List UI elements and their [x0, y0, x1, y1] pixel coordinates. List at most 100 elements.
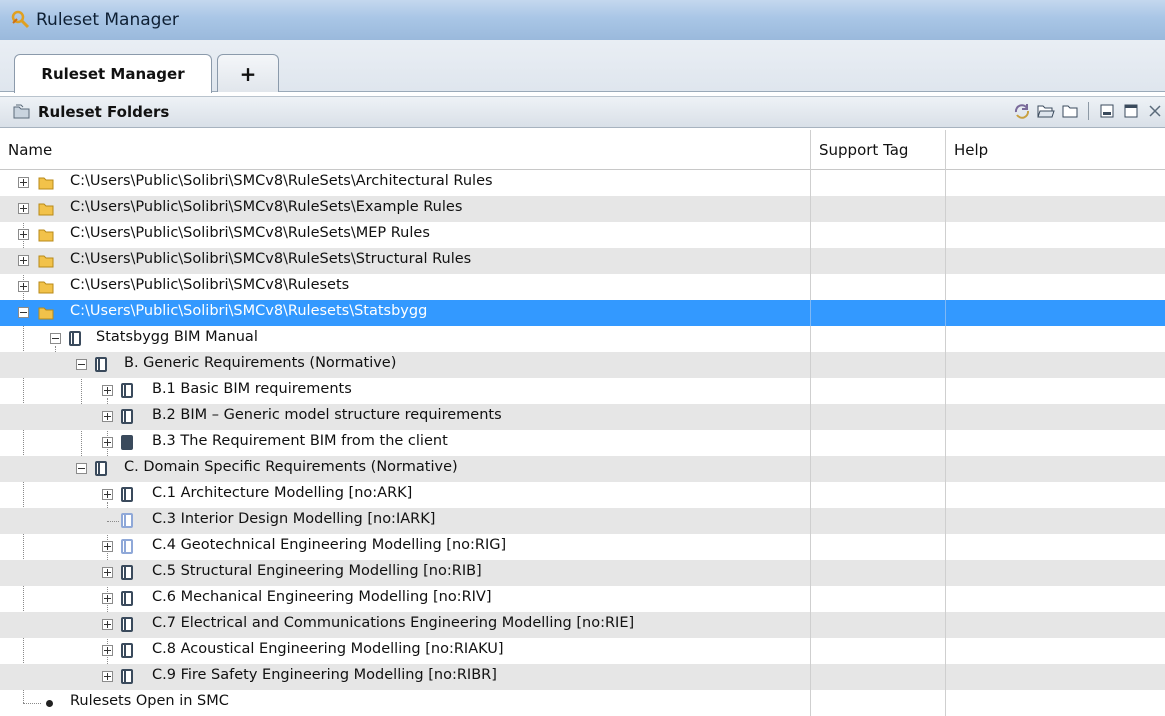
tree-row-folder[interactable]: C:\Users\Public\Solibri\SMCv8\Rulesets — [0, 274, 1165, 300]
column-divider — [810, 638, 811, 664]
column-divider — [945, 690, 946, 716]
new-folder-icon[interactable] — [1060, 101, 1080, 121]
panel-title: Ruleset Folders — [38, 103, 170, 121]
expand-icon[interactable] — [18, 281, 29, 292]
ruleset-book-icon — [69, 331, 81, 346]
tree-row-rule[interactable]: C.6 Mechanical Engineering Modelling [no… — [0, 586, 1165, 612]
maximize-panel-icon[interactable] — [1121, 101, 1141, 121]
expand-icon[interactable] — [102, 671, 113, 682]
column-divider — [810, 560, 811, 586]
expand-icon[interactable] — [102, 385, 113, 396]
tree-row-label: C.1 Architecture Modelling [no:ARK] — [152, 485, 413, 501]
tree-row-ruleset[interactable]: Statsbygg BIM Manual — [0, 326, 1165, 352]
column-divider — [945, 352, 946, 378]
tree-row-label: C.4 Geotechnical Engineering Modelling [… — [152, 537, 507, 553]
ruleset-book-icon — [95, 461, 107, 476]
tree-row-rule[interactable]: C.7 Electrical and Communications Engine… — [0, 612, 1165, 638]
column-divider — [810, 248, 811, 274]
tree-row-folder[interactable]: C:\Users\Public\Solibri\SMCv8\RuleSets\M… — [0, 222, 1165, 248]
tree-row-rule[interactable]: C.4 Geotechnical Engineering Modelling [… — [0, 534, 1165, 560]
ruleset-book-icon — [121, 591, 133, 606]
column-divider — [945, 586, 946, 612]
expand-icon[interactable] — [18, 255, 29, 266]
ruleset-book-icon — [121, 539, 133, 554]
column-divider — [945, 482, 946, 508]
column-help[interactable]: Help — [945, 130, 1165, 170]
tree-row-section[interactable]: B. Generic Requirements (Normative) — [0, 352, 1165, 378]
expand-icon[interactable] — [18, 203, 29, 214]
tab-strip: Ruleset Manager + — [0, 40, 1165, 93]
tree-row-rule[interactable]: C.3 Interior Design Modelling [no:IARK] — [0, 508, 1165, 534]
tree-row-folder-selected[interactable]: C:\Users\Public\Solibri\SMCv8\Rulesets\S… — [0, 300, 1165, 326]
tree-row-rule[interactable]: C.8 Acoustical Engineering Modelling [no… — [0, 638, 1165, 664]
bullet-icon — [46, 700, 53, 707]
tree-row-folder[interactable]: C:\Users\Public\Solibri\SMCv8\RuleSets\E… — [0, 196, 1165, 222]
column-support-tag[interactable]: Support Tag — [810, 130, 945, 170]
expand-icon[interactable] — [102, 619, 113, 630]
expand-icon[interactable] — [102, 593, 113, 604]
ruleset-tree: C:\Users\Public\Solibri\SMCv8\RuleSets\A… — [0, 170, 1165, 716]
add-tab-button[interactable]: + — [217, 54, 279, 92]
tree-row-open-in-smc[interactable]: Rulesets Open in SMC — [0, 690, 1165, 716]
column-divider — [810, 274, 811, 300]
ruleset-manager-app-icon — [8, 8, 32, 32]
collapse-icon[interactable] — [76, 463, 87, 474]
expand-icon[interactable] — [102, 567, 113, 578]
column-divider — [945, 222, 946, 248]
column-name[interactable]: Name — [0, 130, 810, 170]
close-panel-icon[interactable] — [1145, 101, 1165, 121]
column-divider — [945, 196, 946, 222]
expand-icon[interactable] — [102, 437, 113, 448]
column-divider — [810, 300, 811, 326]
column-divider — [945, 378, 946, 404]
refresh-icon[interactable] — [1012, 101, 1032, 121]
tree-row-rule[interactable]: B.1 Basic BIM requirements — [0, 378, 1165, 404]
folder-icon — [38, 281, 54, 294]
tree-row-rule[interactable]: C.5 Structural Engineering Modelling [no… — [0, 560, 1165, 586]
tree-row-label: C. Domain Specific Requirements (Normati… — [124, 459, 458, 475]
expand-icon[interactable] — [102, 411, 113, 422]
expand-icon[interactable] — [102, 489, 113, 500]
tree-row-label: C.8 Acoustical Engineering Modelling [no… — [152, 641, 504, 657]
tree-row-folder[interactable]: C:\Users\Public\Solibri\SMCv8\RuleSets\S… — [0, 248, 1165, 274]
ruleset-book-icon — [95, 357, 107, 372]
column-divider — [945, 456, 946, 482]
column-divider — [945, 300, 946, 326]
tree-row-label: C.3 Interior Design Modelling [no:IARK] — [152, 511, 436, 527]
expand-icon[interactable] — [102, 645, 113, 656]
column-divider — [945, 612, 946, 638]
folder-icon — [38, 255, 54, 268]
expand-icon[interactable] — [18, 229, 29, 240]
folder-icon — [38, 229, 54, 242]
tree-row-label: B. Generic Requirements (Normative) — [124, 355, 397, 371]
tree-row-rule[interactable]: C.1 Architecture Modelling [no:ARK] — [0, 482, 1165, 508]
tree-row-folder[interactable]: C:\Users\Public\Solibri\SMCv8\RuleSets\A… — [0, 170, 1165, 196]
collapse-icon[interactable] — [76, 359, 87, 370]
tree-row-section[interactable]: C. Domain Specific Requirements (Normati… — [0, 456, 1165, 482]
tab-ruleset-manager[interactable]: Ruleset Manager — [14, 54, 212, 93]
folder-icon — [38, 177, 54, 190]
table-column-header: Name Support Tag Help — [0, 130, 1165, 170]
expand-icon[interactable] — [102, 541, 113, 552]
ruleset-book-icon — [121, 617, 133, 632]
column-divider — [810, 482, 811, 508]
column-divider — [810, 612, 811, 638]
tree-row-rule[interactable]: B.3 The Requirement BIM from the client — [0, 430, 1165, 456]
minimize-panel-icon[interactable] — [1097, 101, 1117, 121]
open-folder-icon[interactable] — [1036, 101, 1056, 121]
ruleset-book-icon — [121, 643, 133, 658]
expand-icon[interactable] — [18, 177, 29, 188]
tree-row-rule[interactable]: C.9 Fire Safety Engineering Modelling [n… — [0, 664, 1165, 690]
collapse-icon[interactable] — [18, 307, 29, 318]
tree-row-label: B.2 BIM – Generic model structure requir… — [152, 407, 502, 423]
tree-row-rule[interactable]: B.2 BIM – Generic model structure requir… — [0, 404, 1165, 430]
column-divider — [810, 326, 811, 352]
tree-row-label: C:\Users\Public\Solibri\SMCv8\Rulesets\S… — [70, 303, 428, 319]
column-divider — [810, 508, 811, 534]
tree-row-label: C.7 Electrical and Communications Engine… — [152, 615, 635, 631]
column-divider — [945, 638, 946, 664]
column-divider — [810, 352, 811, 378]
collapse-icon[interactable] — [50, 333, 61, 344]
tree-guide-line — [107, 521, 119, 522]
column-divider — [810, 586, 811, 612]
